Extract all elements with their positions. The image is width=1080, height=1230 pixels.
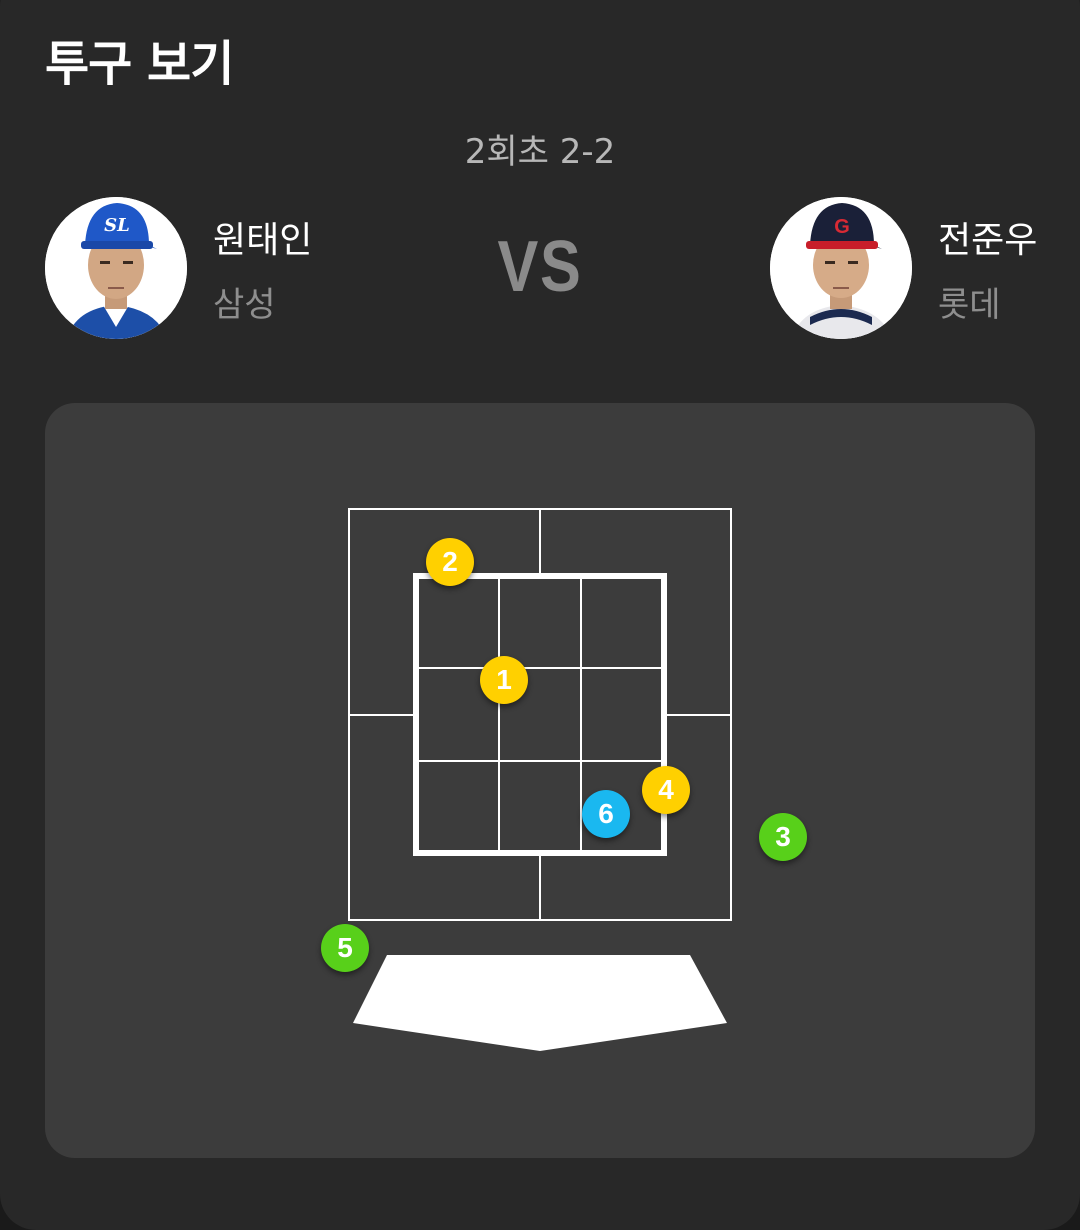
pitch-marker-5[interactable]: 5 — [321, 924, 369, 972]
pitch-number-5: 5 — [337, 932, 353, 963]
pitch-marker-2[interactable]: 2 — [426, 538, 474, 586]
pitch-marker-6[interactable]: 6 — [582, 790, 630, 838]
pitch-number-4: 4 — [658, 774, 674, 805]
strike-zone-diagram — [348, 508, 732, 1051]
pitch-marker-1[interactable]: 1 — [480, 656, 528, 704]
home-plate — [353, 955, 727, 1051]
pitch-number-3: 3 — [775, 821, 791, 852]
pitch-number-2: 2 — [442, 546, 458, 577]
pitch-number-6: 6 — [598, 798, 614, 829]
pitch-marker-3[interactable]: 3 — [759, 813, 807, 861]
pitch-marker-4[interactable]: 4 — [642, 766, 690, 814]
pitch-number-1: 1 — [496, 664, 512, 695]
outer-zone-grid — [348, 508, 732, 921]
